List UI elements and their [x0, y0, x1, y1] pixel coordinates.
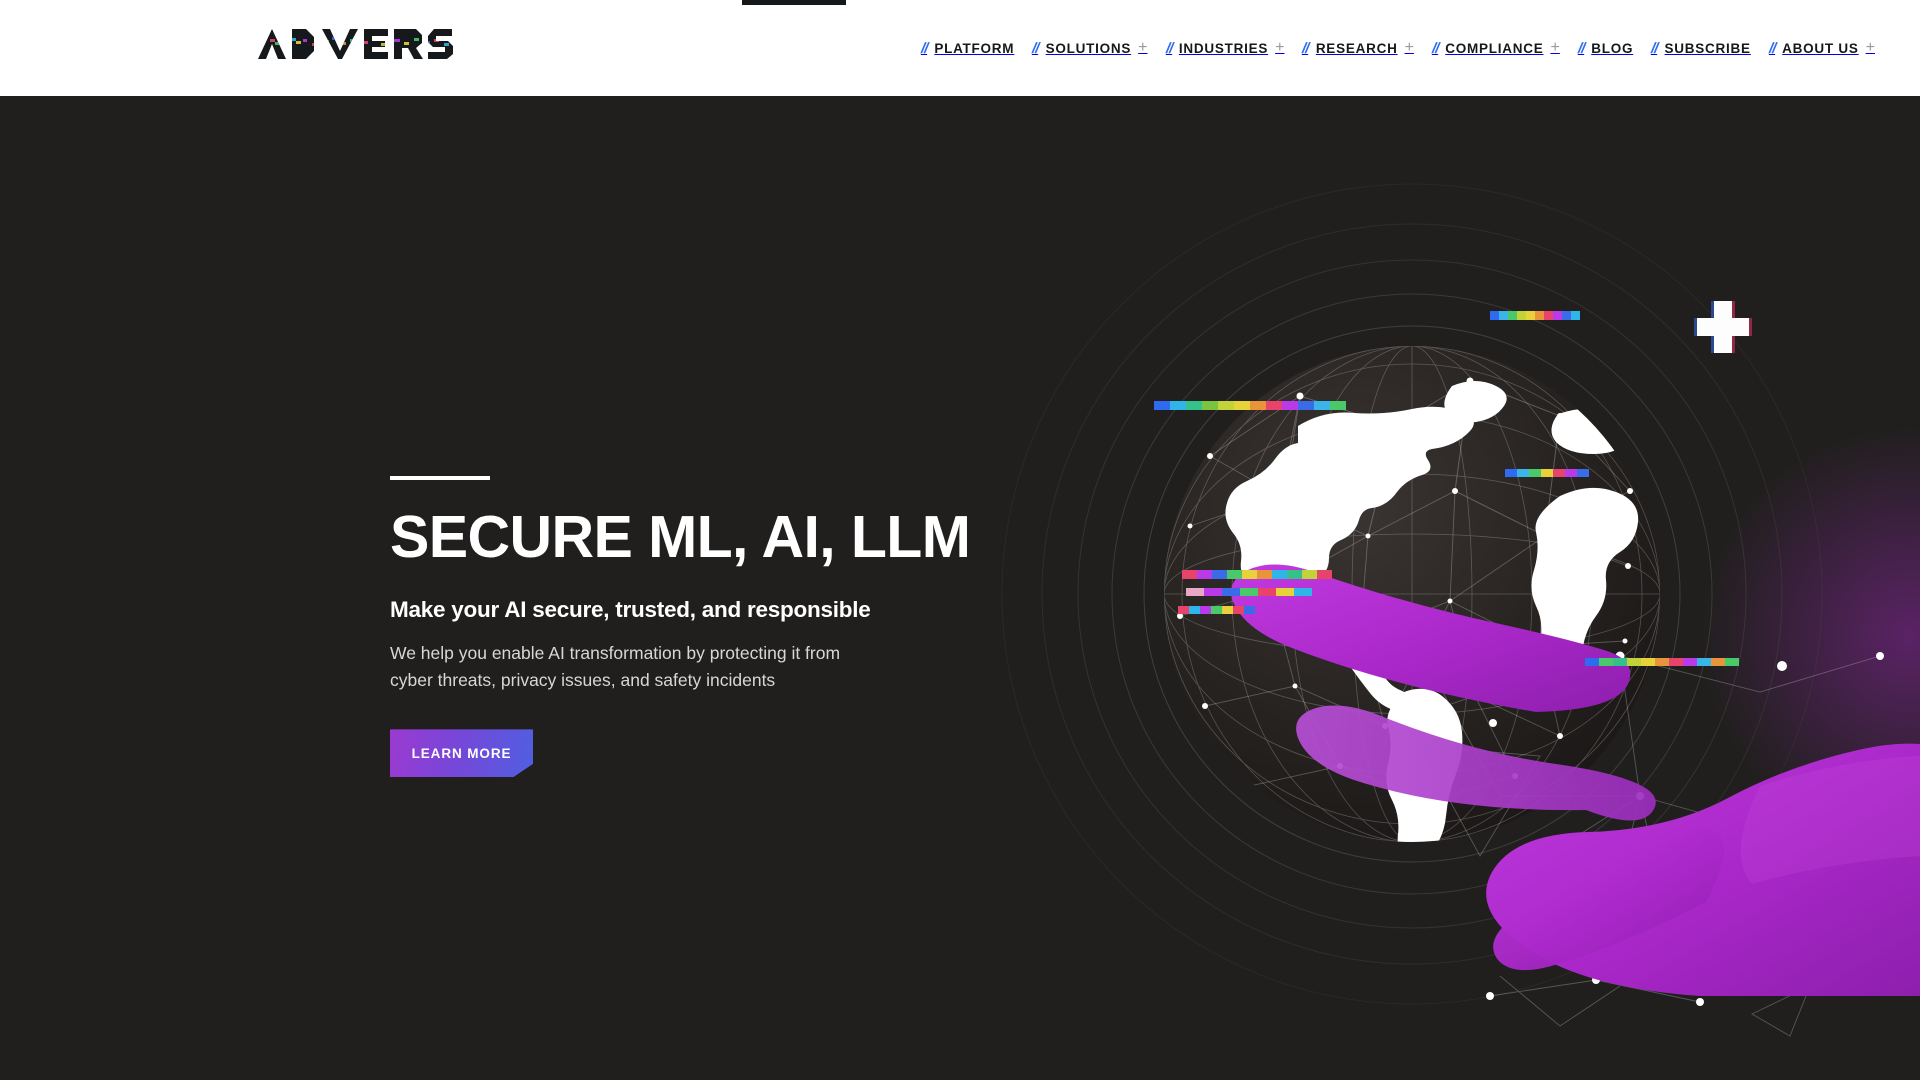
nav-item-platform[interactable]: // PLATFORM	[912, 0, 1023, 96]
globe-continents	[1225, 381, 1639, 842]
glitch-bar	[1182, 570, 1332, 579]
glow-node	[1440, 656, 1590, 806]
nav-item-label: RESEARCH	[1315, 40, 1398, 56]
globe-mesh	[1164, 346, 1660, 842]
glow-right	[1700, 426, 1920, 846]
glitch-bar	[1154, 401, 1346, 410]
slashes-icon: //	[1302, 39, 1310, 57]
globe-contents	[1164, 346, 1660, 842]
nav-item-label: SUBSCRIBE	[1664, 40, 1751, 56]
slashes-icon: //	[1431, 39, 1439, 57]
plus-icon[interactable]: +	[1866, 40, 1875, 56]
nav-item-label: SOLUTIONS	[1045, 40, 1132, 56]
nav-item-label: COMPLIANCE	[1445, 40, 1544, 56]
globe-network	[1179, 380, 1631, 802]
nav-item-about-us[interactable]: // ABOUT US +	[1760, 0, 1884, 96]
scroll-progress-indicator	[742, 0, 846, 5]
glitch-plus-red-ghost	[1700, 301, 1752, 353]
nav-item-label: ABOUT US	[1782, 40, 1859, 56]
nav-item-research[interactable]: // RESEARCH +	[1293, 0, 1422, 96]
reaching-hand	[1231, 564, 1920, 996]
slashes-icon: //	[920, 39, 928, 57]
nav-item-subscribe[interactable]: // SUBSCRIBE	[1642, 0, 1760, 96]
glitch-bar	[1490, 311, 1580, 320]
nav-item-label: PLATFORM	[934, 40, 1015, 56]
primary-navigation: // PLATFORM // SOLUTIONS + // INDUSTRIES + // RES…	[912, 0, 1884, 96]
page-title: SECURE ML, AI, LLM	[390, 504, 971, 570]
globe-sphere	[1164, 346, 1660, 842]
hero-subheading: Make your AI secure, trusted, and respon…	[390, 596, 871, 622]
glitch-bar	[1505, 469, 1589, 477]
plus-icon[interactable]: +	[1551, 40, 1560, 56]
slashes-icon: //	[1032, 39, 1039, 57]
hero-body-text: We help you enable AI transformation by …	[390, 642, 841, 690]
plus-icon[interactable]: +	[1275, 40, 1284, 56]
slashes-icon: //	[1577, 39, 1585, 57]
slashes-icon: //	[1165, 39, 1173, 57]
globe-nodes	[1177, 377, 1633, 804]
nav-item-solutions[interactable]: // SOLUTIONS +	[1023, 0, 1156, 96]
plus-icon[interactable]: +	[1405, 40, 1414, 56]
adversa-logo-mark	[258, 29, 456, 59]
outer-nodes	[1432, 651, 1885, 1006]
hero-copy: SECURE ML, AI, LLM Make your AI secure, …	[390, 476, 1010, 778]
glitch-bar	[1186, 588, 1312, 596]
nav-item-compliance[interactable]: // COMPLIANCE +	[1423, 0, 1569, 96]
nav-item-industries[interactable]: // INDUSTRIES +	[1157, 0, 1294, 96]
learn-more-button[interactable]: LEARN MORE	[390, 729, 533, 778]
site-header: ADVERSA // PLATFORM // SOLUTIONS + // INDUSTRI…	[0, 0, 1920, 96]
glitch-bar	[1585, 658, 1739, 666]
nav-item-label: BLOG	[1591, 40, 1634, 56]
glitch-plus-icon	[1697, 301, 1749, 353]
hero-accent-rule	[390, 476, 490, 480]
hero-section: SECURE ML, AI, LLM Make your AI secure, …	[0, 96, 1920, 1080]
glitch-plus-blue-ghost	[1694, 301, 1746, 353]
nav-item-label: INDUSTRIES	[1178, 40, 1269, 56]
slashes-icon: //	[1650, 39, 1658, 57]
slashes-icon: //	[1768, 39, 1776, 57]
nav-item-blog[interactable]: // BLOG	[1569, 0, 1642, 96]
adversa-logo[interactable]: ADVERSA	[256, 26, 456, 62]
glitch-bar	[1178, 606, 1255, 614]
plus-icon[interactable]: +	[1138, 40, 1147, 56]
orbit-rings	[1001, 183, 1823, 1005]
outer-network	[1419, 655, 1881, 1037]
